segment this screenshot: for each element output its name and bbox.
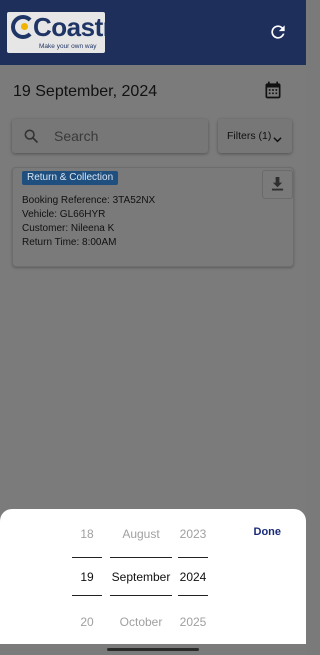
day-selection-line-bottom [72, 595, 102, 596]
search-icon [23, 128, 39, 144]
logo-wordmark: Coastr [33, 12, 105, 42]
booking-card[interactable]: Return & Collection Booking Reference: 3… [12, 167, 294, 267]
month-selected[interactable]: September [110, 570, 172, 584]
day-selection-line-top [72, 557, 102, 558]
filters-label: Filters (1) [227, 130, 272, 142]
day-selected[interactable]: 19 [72, 570, 102, 584]
refresh-icon[interactable] [268, 22, 288, 42]
month-selection-line-top [110, 557, 172, 558]
booking-type-badge: Return & Collection [22, 171, 119, 185]
search-placeholder: Search [54, 128, 99, 144]
logo-tagline: Make your own way [39, 43, 97, 50]
booking-customer: Customer: Nileena K [22, 223, 115, 234]
year-prev[interactable]: 2023 [178, 527, 208, 541]
year-selection-line-bottom [178, 595, 208, 596]
coastr-logo: Coastr Make your own way [7, 12, 105, 53]
date-picker-sheet: Done 18 19 20 August September October 2… [0, 509, 306, 644]
search-input[interactable]: Search [12, 119, 208, 153]
year-next[interactable]: 2025 [178, 615, 208, 629]
done-button[interactable]: Done [254, 526, 282, 538]
download-button[interactable] [262, 170, 293, 199]
booking-reference: Booking Reference: 3TA52NX [22, 195, 156, 206]
selected-date: 19 September, 2024 [13, 83, 158, 100]
chevron-down-icon [273, 131, 282, 143]
filters-button[interactable]: Filters (1) [218, 119, 292, 153]
month-selection-line-bottom [110, 595, 172, 596]
year-selected[interactable]: 2024 [178, 570, 208, 584]
year-selection-line-top [178, 557, 208, 558]
calendar-icon[interactable] [263, 80, 283, 100]
day-prev[interactable]: 18 [72, 527, 102, 541]
home-indicator[interactable] [107, 648, 199, 651]
logo-dot-icon [21, 23, 28, 30]
day-next[interactable]: 20 [72, 615, 102, 629]
download-icon [271, 177, 284, 191]
month-next[interactable]: October [110, 615, 172, 629]
date-row: 19 September, 2024 [13, 80, 293, 107]
booking-vehicle: Vehicle: GL66HYR [22, 209, 106, 220]
booking-return-time: Return Time: 8:00AM [22, 237, 117, 248]
app-header: Coastr Make your own way [0, 0, 306, 65]
month-prev[interactable]: August [110, 527, 172, 541]
